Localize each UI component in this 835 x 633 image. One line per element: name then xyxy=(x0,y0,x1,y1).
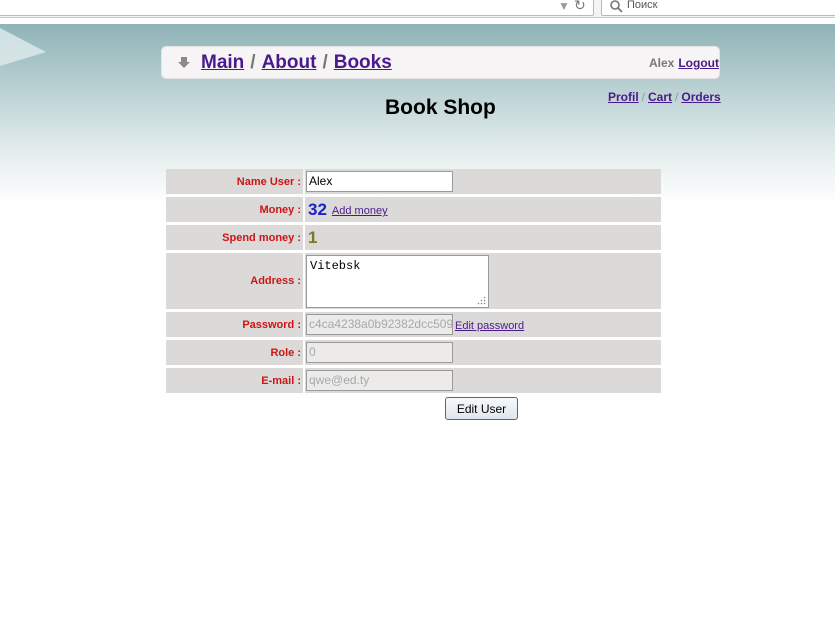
money-cell: 32 Add money xyxy=(305,197,661,222)
edit-password-link[interactable]: Edit password xyxy=(455,320,524,332)
nav-link-main[interactable]: Main xyxy=(201,52,244,73)
money-value: 32 xyxy=(308,199,327,219)
background-swoosh xyxy=(0,28,46,66)
add-money-link[interactable]: Add money xyxy=(332,205,388,217)
address-label: Address : xyxy=(166,253,303,309)
profil-link[interactable]: Profil xyxy=(608,90,639,104)
form-row-money: Money : 32 Add money xyxy=(166,197,661,222)
spend-cell: 1 xyxy=(305,225,661,250)
nav-link-about[interactable]: About xyxy=(262,52,317,73)
name-cell: Alex xyxy=(305,169,661,194)
browser-search-box[interactable]: Поиск xyxy=(601,0,835,16)
breadcrumb-separator: / xyxy=(322,52,328,73)
address-textarea[interactable]: Vitebsk xyxy=(306,254,489,308)
nav-link-books[interactable]: Books xyxy=(334,52,392,73)
link-separator: / xyxy=(641,90,646,104)
form-row-address: Address : Vitebsk xyxy=(166,253,661,309)
name-label: Name User : xyxy=(166,169,303,194)
role-cell: 0 xyxy=(305,340,661,365)
email-cell: qwe@ed.ty xyxy=(305,368,661,393)
email-label: E-mail : xyxy=(166,368,303,393)
address-cell: Vitebsk xyxy=(305,253,661,309)
logout-link[interactable]: Logout xyxy=(678,56,719,70)
user-info: Alex Logout xyxy=(649,56,719,70)
email-input[interactable]: qwe@ed.ty xyxy=(306,370,453,391)
form-row-email: E-mail : qwe@ed.ty xyxy=(166,368,661,393)
spend-value: 1 xyxy=(308,227,318,247)
password-input[interactable]: c4ca4238a0b92382dcc509a6f75849b xyxy=(306,314,453,335)
browser-toolbar: ▼ ↻ Поиск xyxy=(0,0,835,18)
breadcrumb-separator: / xyxy=(250,52,256,73)
down-arrow-icon xyxy=(178,57,190,68)
form-row-password: Password : c4ca4238a0b92382dcc509a6f7584… xyxy=(166,312,661,337)
edit-user-button[interactable]: Edit User xyxy=(445,397,518,420)
username: Alex xyxy=(648,56,675,70)
navigation-bar: Main / About / Books Alex Logout xyxy=(162,47,719,78)
form-row-name: Name User : Alex xyxy=(166,169,661,194)
page-title: Book Shop xyxy=(385,96,496,119)
account-links: Profil / Cart / Orders xyxy=(608,90,721,104)
money-label: Money : xyxy=(166,197,303,222)
address-bar[interactable] xyxy=(0,0,594,16)
breadcrumb: Main / About / Books xyxy=(201,52,392,74)
orders-link[interactable]: Orders xyxy=(681,90,720,104)
password-label: Password : xyxy=(166,312,303,337)
link-separator: / xyxy=(675,90,679,104)
reload-icon[interactable]: ↻ xyxy=(574,0,586,14)
url-dropdown-icon[interactable]: ▼ xyxy=(558,0,570,13)
user-profile-form: Name User : Alex Money : 32 Add money Sp… xyxy=(166,169,661,396)
password-cell: c4ca4238a0b92382dcc509a6f75849b Edit pas… xyxy=(305,312,661,337)
search-icon xyxy=(610,0,623,13)
address-text: Vitebsk xyxy=(310,258,361,273)
role-label: Role : xyxy=(166,340,303,365)
form-row-role: Role : 0 xyxy=(166,340,661,365)
search-placeholder: Поиск xyxy=(627,0,658,11)
form-row-spend: Spend money : 1 xyxy=(166,225,661,250)
role-input[interactable]: 0 xyxy=(306,342,453,363)
name-input[interactable]: Alex xyxy=(306,171,453,192)
resize-grip-icon[interactable] xyxy=(477,296,486,305)
cart-link[interactable]: Cart xyxy=(648,90,672,104)
spend-label: Spend money : xyxy=(166,225,303,250)
